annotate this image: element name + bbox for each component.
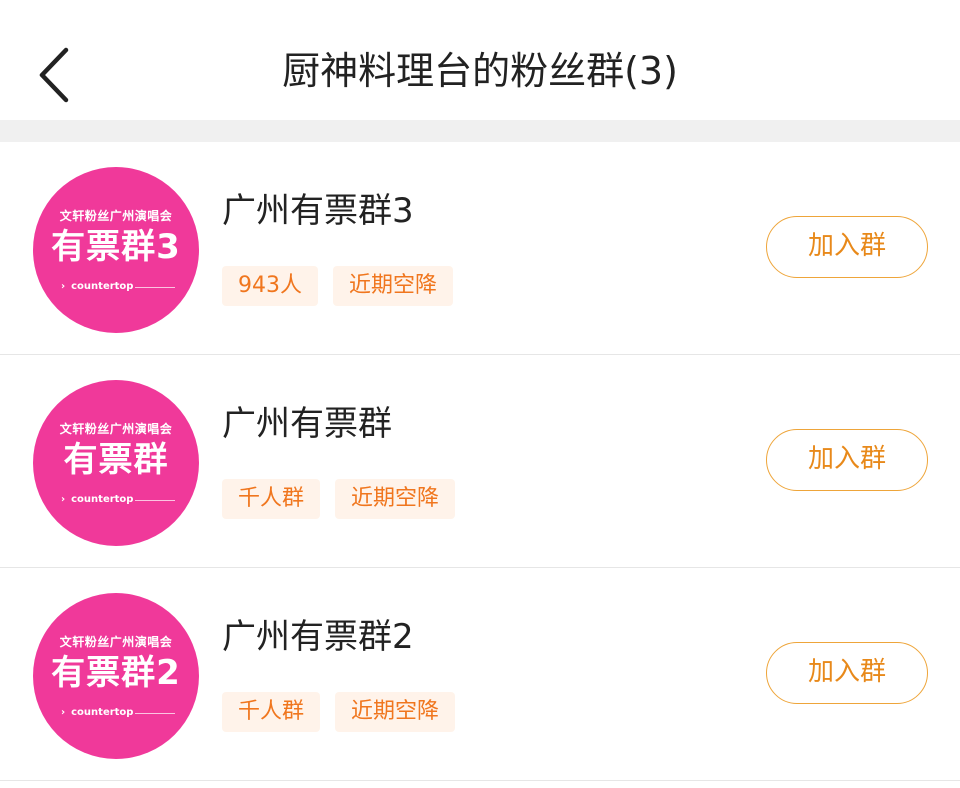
group-tags: 千人群 近期空降 <box>222 692 456 732</box>
avatar-brand-text: countertop <box>71 707 134 718</box>
group-name: 广州有票群3 <box>222 191 414 231</box>
group-name: 广州有票群2 <box>222 617 414 657</box>
group-list-item[interactable]: 文轩粉丝广州演唱会 有票群 › countertop 广州有票群 千人群 近期空降… <box>0 355 960 568</box>
join-group-button[interactable]: 加入群 <box>766 429 928 491</box>
avatar-decor-line <box>135 713 175 714</box>
section-divider <box>0 120 960 142</box>
avatar-subtitle: 文轩粉丝广州演唱会 <box>59 209 173 223</box>
group-list-item[interactable]: 文轩粉丝广州演唱会 有票群3 › countertop 广州有票群3 943人 近… <box>0 142 960 355</box>
member-count-tag: 943人 <box>222 266 318 306</box>
status-tag: 近期空降 <box>335 479 456 519</box>
status-tag: 近期空降 <box>333 266 454 306</box>
group-avatar: 文轩粉丝广州演唱会 有票群2 › countertop <box>33 593 199 759</box>
avatar-brand: › countertop <box>61 707 134 718</box>
avatar-subtitle: 文轩粉丝广州演唱会 <box>59 422 173 436</box>
avatar-main-text: 有票群 <box>63 440 169 480</box>
avatar-decor-line <box>135 287 175 288</box>
group-tags: 943人 近期空降 <box>222 266 454 306</box>
group-tags: 千人群 近期空降 <box>222 479 456 519</box>
group-avatar: 文轩粉丝广州演唱会 有票群 › countertop <box>33 380 199 546</box>
header-bar: 厨神料理台的粉丝群(3) <box>0 0 960 120</box>
avatar-brand-text: countertop <box>71 281 134 292</box>
page-title: 厨神料理台的粉丝群(3) <box>282 49 678 93</box>
avatar-brand-text: countertop <box>71 494 134 505</box>
status-tag: 近期空降 <box>335 692 456 732</box>
avatar-main-text: 有票群3 <box>51 227 181 267</box>
avatar-brand: › countertop <box>61 281 134 292</box>
join-group-button[interactable]: 加入群 <box>766 642 928 704</box>
avatar-brand: › countertop <box>61 494 134 505</box>
member-count-tag: 千人群 <box>222 479 321 519</box>
avatar-main-text: 有票群2 <box>51 653 181 693</box>
join-group-button[interactable]: 加入群 <box>766 216 928 278</box>
group-name: 广州有票群 <box>222 404 392 444</box>
member-count-tag: 千人群 <box>222 692 321 732</box>
group-list-item[interactable]: 文轩粉丝广州演唱会 有票群2 › countertop 广州有票群2 千人群 近期… <box>0 568 960 781</box>
avatar-decor-line <box>135 500 175 501</box>
group-list: 文轩粉丝广州演唱会 有票群3 › countertop 广州有票群3 943人 近… <box>0 142 960 781</box>
group-avatar: 文轩粉丝广州演唱会 有票群3 › countertop <box>33 167 199 333</box>
avatar-subtitle: 文轩粉丝广州演唱会 <box>59 635 173 649</box>
